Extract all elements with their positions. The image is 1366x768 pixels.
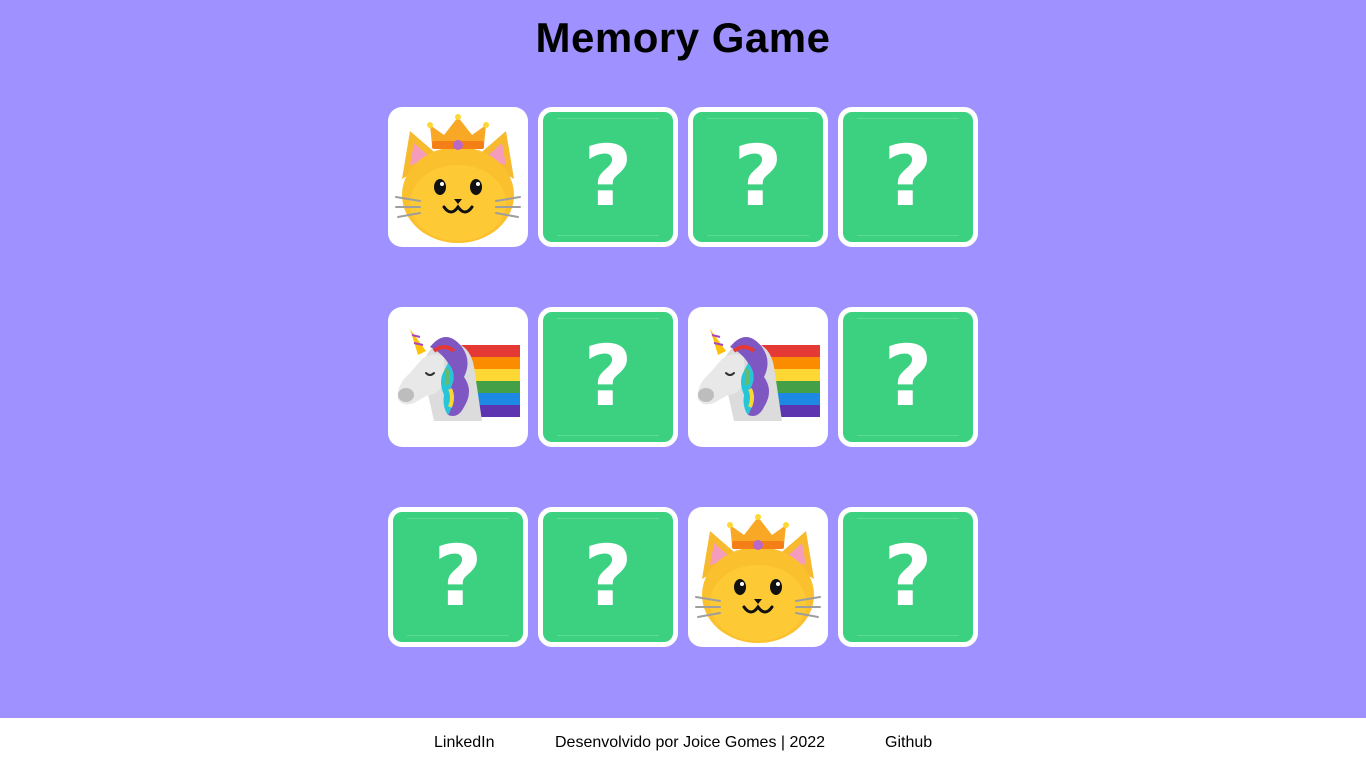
footer: LinkedIn Desenvolvido por Joice Gomes | … — [0, 718, 1366, 768]
rainbow-unicorn-icon — [697, 329, 820, 421]
footer-credits: Desenvolvido por Joice Gomes | 2022 — [555, 734, 826, 751]
cat-with-crown-icon — [395, 114, 521, 243]
question-mark-icon: ? — [883, 527, 933, 625]
question-mark-icon: ? — [883, 127, 933, 225]
memory-card[interactable] — [388, 107, 528, 247]
memory-card[interactable]: ? — [688, 107, 828, 247]
rainbow-unicorn-icon — [397, 329, 520, 421]
question-mark-icon: ? — [583, 327, 633, 425]
memory-card[interactable] — [688, 507, 828, 647]
memory-card[interactable]: ? — [538, 307, 678, 447]
question-mark-icon: ? — [583, 127, 633, 225]
question-mark-icon: ? — [583, 527, 633, 625]
memory-card[interactable]: ? — [388, 507, 528, 647]
linkedin-link[interactable]: LinkedIn — [434, 734, 495, 752]
memory-card[interactable] — [688, 307, 828, 447]
memory-card[interactable]: ? — [538, 107, 678, 247]
page-title: Memory Game — [535, 14, 831, 61]
game-board: ? ? ? ? ? ? ? ? — [388, 107, 978, 647]
memory-card[interactable]: ? — [538, 507, 678, 647]
memory-card[interactable]: ? — [838, 107, 978, 247]
question-mark-icon: ? — [883, 327, 933, 425]
question-mark-icon: ? — [733, 127, 783, 225]
memory-card[interactable]: ? — [838, 307, 978, 447]
memory-card[interactable] — [388, 307, 528, 447]
github-link[interactable]: Github — [885, 734, 932, 752]
cat-with-crown-icon — [695, 514, 821, 643]
memory-card[interactable]: ? — [838, 507, 978, 647]
question-mark-icon: ? — [433, 527, 483, 625]
